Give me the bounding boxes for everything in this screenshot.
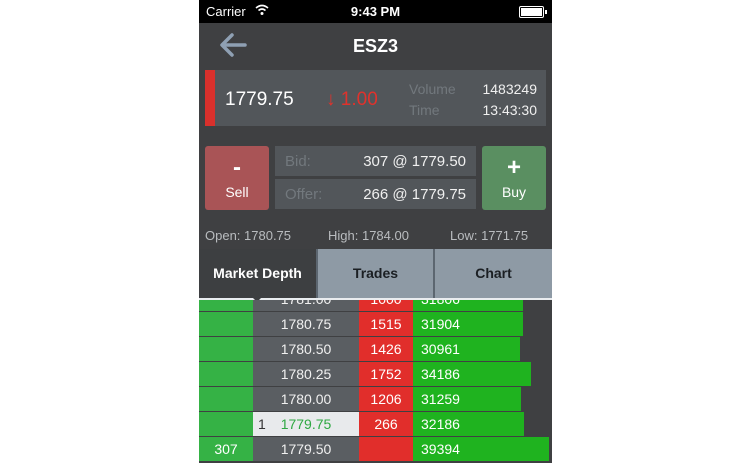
price-value: 1780.50	[280, 341, 332, 357]
offer-display: Offer: 266 @ 1779.75	[275, 179, 476, 209]
depth-row[interactable]: 1780.00 1206 31259	[199, 387, 552, 411]
volume-bar: 39394	[413, 437, 549, 461]
bid-value: 307 @ 1779.50	[363, 153, 466, 170]
nav-bar: ESZ3	[199, 23, 552, 68]
time-label: Time	[409, 102, 440, 118]
quote-panel: 1779.75 ↓ 1.00 Volume 1483249 Time 13:43…	[205, 70, 546, 126]
price-value: 1781.00	[281, 300, 332, 307]
open-price: Open: 1780.75	[205, 228, 292, 243]
price-cell[interactable]: 1779.50	[253, 437, 359, 461]
ask-size-cell[interactable]: 266	[359, 412, 413, 436]
phone-screen: Carrier 9:43 PM ESZ3 1779.75 ↓ 1.00 Volu…	[199, 0, 552, 463]
last-price: 1779.75	[225, 89, 294, 110]
ask-size-cell[interactable]: 1752	[359, 362, 413, 386]
price-value: 1780.75	[280, 316, 332, 332]
offer-value: 266 @ 1779.75	[363, 186, 466, 203]
bid-size-cell[interactable]	[199, 362, 253, 386]
time-value: 13:43:30	[482, 102, 538, 118]
tab-trades[interactable]: Trades	[316, 249, 433, 298]
bid-label: Bid:	[285, 153, 311, 170]
volume-bar: 34186	[413, 362, 531, 386]
bid-size-cell[interactable]	[199, 312, 253, 336]
market-depth-ladder[interactable]: 1781.001000318061780.751515319041780.501…	[199, 300, 552, 463]
status-bar: Carrier 9:43 PM	[199, 0, 552, 23]
battery-icon	[519, 6, 547, 18]
volume-value: 1483249	[482, 81, 537, 97]
ask-size-cell[interactable]: 1206	[359, 387, 413, 411]
order-count-marker: 1	[258, 416, 266, 432]
low-price: Low: 1771.75	[450, 228, 529, 243]
price-cell[interactable]: 1780.25	[253, 362, 359, 386]
bid-size-cell[interactable]	[199, 300, 253, 311]
sell-label: Sell	[225, 184, 249, 200]
buy-button[interactable]: + Buy	[482, 146, 546, 210]
bid-size-cell[interactable]	[199, 337, 253, 361]
high-price: High: 1784.00	[328, 228, 409, 243]
depth-row[interactable]: 1780.50 1426 30961	[199, 337, 552, 361]
price-value: 1779.50	[280, 441, 332, 457]
ask-size-cell[interactable]	[359, 437, 413, 461]
down-indicator-bar	[205, 70, 215, 126]
offer-label: Offer:	[285, 186, 323, 203]
sell-button[interactable]: - Sell	[205, 146, 269, 210]
price-cell[interactable]: 1780.75	[253, 312, 359, 336]
price-cell[interactable]: 1780.50	[253, 337, 359, 361]
minus-icon: -	[233, 154, 241, 181]
tab-market-depth[interactable]: Market Depth	[199, 249, 316, 298]
bid-size-cell[interactable]	[199, 412, 253, 436]
price-cell[interactable]: 1 1779.75	[253, 412, 359, 436]
volume-label: Volume	[409, 81, 456, 97]
volume-bar: 32186	[413, 412, 524, 436]
depth-row[interactable]: 1 1779.75 266 32186	[199, 412, 552, 436]
price-value: 1780.25	[280, 366, 332, 382]
tab-bar: Market Depth Trades Chart	[199, 249, 552, 298]
buy-label: Buy	[501, 184, 527, 200]
ask-size-cell[interactable]: 1515	[359, 312, 413, 336]
depth-row[interactable]: 1781.00 100031806	[199, 300, 552, 311]
volume-bar: 31259	[413, 387, 521, 411]
volume-bar: 31904	[413, 312, 523, 336]
depth-row[interactable]: 1780.25 1752 34186	[199, 362, 552, 386]
plus-icon: +	[506, 154, 521, 181]
tab-chart[interactable]: Chart	[433, 249, 552, 298]
bid-size-cell[interactable]: 307	[199, 437, 253, 461]
price-cell[interactable]: 1781.00	[253, 300, 359, 311]
depth-row[interactable]: 307 1779.50 39394	[199, 437, 552, 461]
ask-size-cell[interactable]: 1426	[359, 337, 413, 361]
page-title: ESZ3	[352, 36, 399, 56]
volume-bar: 31806	[413, 300, 523, 311]
ask-size-cell[interactable]: 1000	[359, 300, 413, 311]
price-cell[interactable]: 1780.00	[253, 387, 359, 411]
depth-row[interactable]: 1780.75 1515 31904	[199, 312, 552, 336]
price-change: ↓ 1.00	[326, 89, 378, 110]
price-value: 1780.00	[280, 391, 332, 407]
clock: 9:43 PM	[350, 4, 401, 19]
volume-bar: 30961	[413, 337, 520, 361]
price-value: 1779.75	[280, 416, 332, 432]
bid-display: Bid: 307 @ 1779.50	[275, 146, 476, 176]
bid-size-cell[interactable]	[199, 387, 253, 411]
